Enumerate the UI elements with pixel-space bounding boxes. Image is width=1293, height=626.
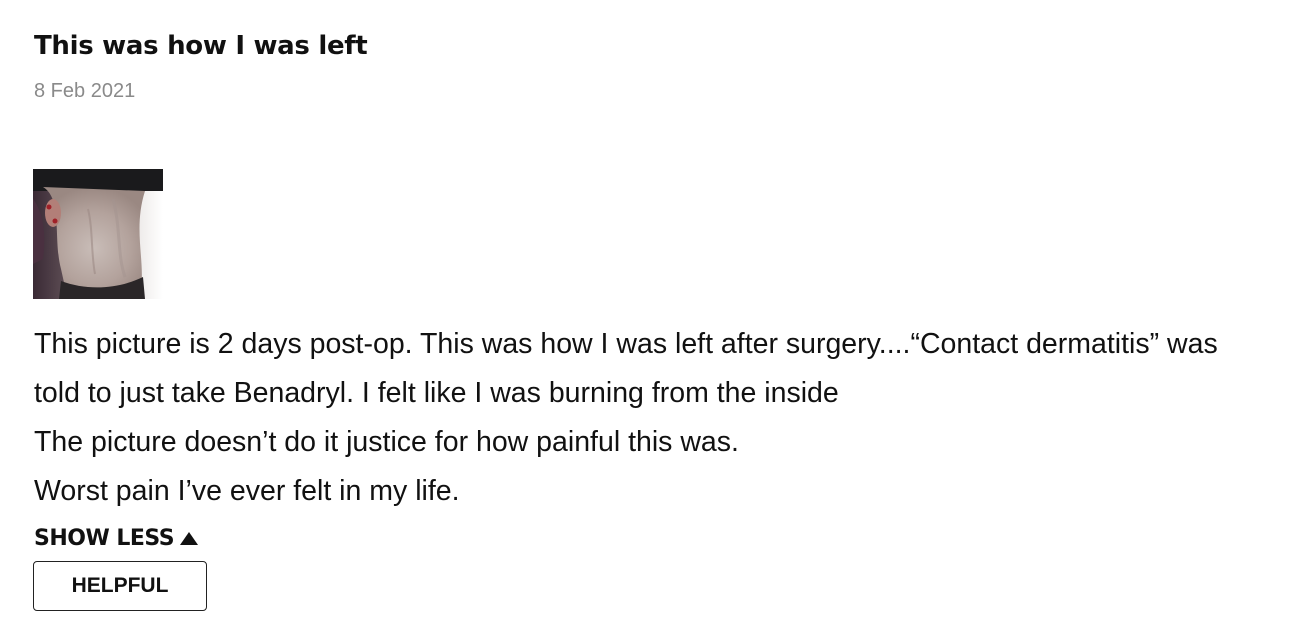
helpful-button[interactable]: HELPFUL bbox=[33, 561, 207, 611]
review-date: 8 Feb 2021 bbox=[34, 80, 136, 102]
caret-up-icon bbox=[180, 531, 199, 545]
review-body: This picture is 2 days post-op. This was… bbox=[34, 320, 1286, 516]
review-title: This was how I was left bbox=[34, 31, 368, 61]
review-body-line: Worst pain I’ve ever felt in my life. bbox=[34, 475, 460, 507]
review-body-line: told to just take Benadryl. I felt like … bbox=[34, 377, 839, 409]
review-body-line: This picture is 2 days post-op. This was… bbox=[34, 328, 1218, 360]
show-less-label: SHOW LESS bbox=[34, 526, 175, 551]
show-less-toggle[interactable]: SHOW LESS bbox=[34, 524, 199, 554]
review-photo-thumbnail[interactable] bbox=[33, 169, 163, 299]
review-body-line: The picture doesn’t do it justice for ho… bbox=[34, 426, 739, 458]
